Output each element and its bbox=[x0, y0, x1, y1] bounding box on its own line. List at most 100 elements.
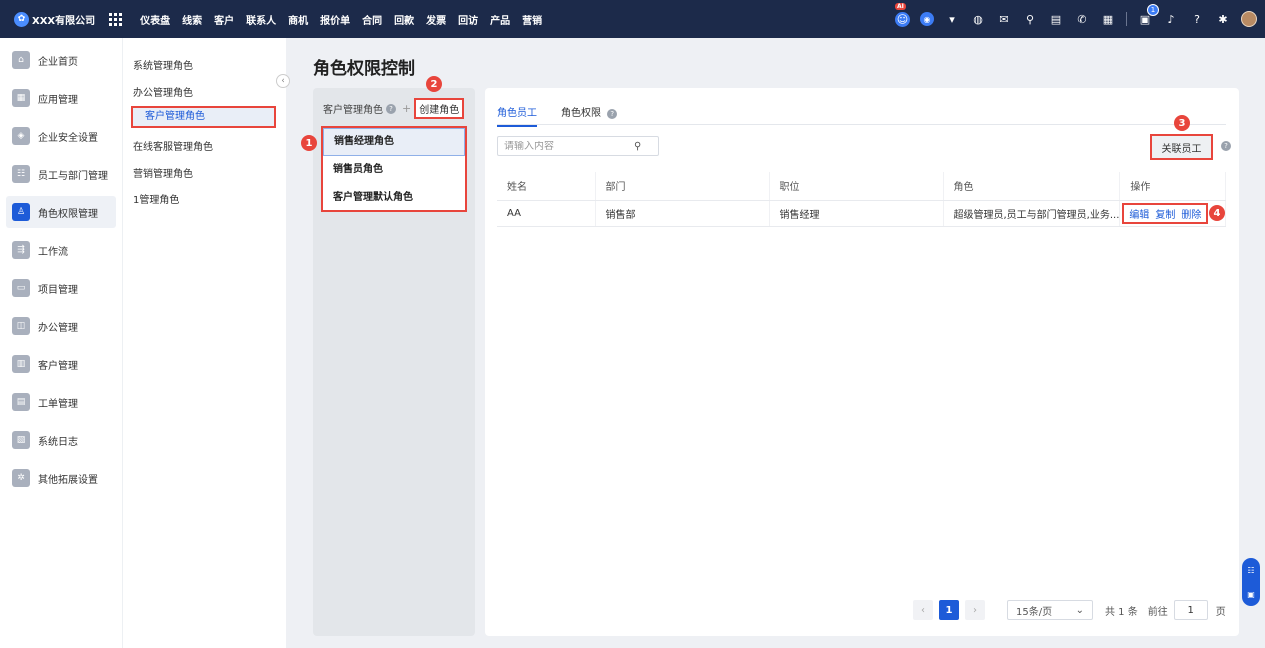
nav-leads[interactable]: 线索 bbox=[182, 12, 202, 27]
sidebar-item-office[interactable]: ◫ 办公管理 bbox=[6, 310, 116, 342]
folder-icon: ▭ bbox=[12, 279, 30, 297]
role-item-default[interactable]: 客户管理默认角色 bbox=[323, 184, 465, 212]
sidebar-item-logs[interactable]: ▧ 系统日志 bbox=[6, 424, 116, 456]
gear-icon[interactable]: ✱ bbox=[1215, 11, 1231, 27]
floating-service-tab[interactable]: ☷ ▣ bbox=[1242, 558, 1260, 606]
sidebar-item-security[interactable]: ◈ 企业安全设置 bbox=[6, 120, 116, 152]
sidebar-item-staff[interactable]: ☷ 员工与部门管理 bbox=[6, 158, 116, 190]
top-icons: ☺ AI ◉ ▾ ◍ ✉ ⚲ ▤ ✆ ▦ ▣ 1 ♪ ? ✱ bbox=[885, 0, 1257, 38]
nav-invoices[interactable]: 发票 bbox=[426, 12, 446, 27]
role-item-sales[interactable]: 销售员角色 bbox=[323, 156, 465, 184]
log-icon: ▧ bbox=[12, 431, 30, 449]
search-input[interactable] bbox=[504, 140, 634, 152]
user-icon[interactable]: ⚲ bbox=[1022, 11, 1038, 27]
gear-icon: ✲ bbox=[12, 469, 30, 487]
ai-robot-icon[interactable]: ☺ AI bbox=[895, 2, 910, 27]
ai-badge: AI bbox=[895, 2, 906, 10]
sidebar-item-tickets[interactable]: ▤ 工单管理 bbox=[6, 386, 116, 418]
nav-marketing[interactable]: 营销 bbox=[522, 12, 542, 27]
chat-icon[interactable]: ◉ bbox=[920, 12, 934, 26]
row-actions: 编辑 复制 删除 bbox=[1122, 202, 1209, 224]
content-panel: 角色员工 角色权限 ? ⚲ 关联员工 ? 姓名 部门 职位 角色 操作 AA 销… bbox=[485, 88, 1239, 636]
subnav-customer-roles[interactable]: 客户管理角色 bbox=[131, 106, 276, 128]
sidebar-item-extensions[interactable]: ✲ 其他拓展设置 bbox=[6, 462, 116, 494]
help-circle-icon[interactable]: ? bbox=[1221, 141, 1231, 151]
col-roles: 角色 bbox=[943, 172, 1121, 201]
table-header: 姓名 部门 职位 角色 操作 bbox=[497, 172, 1226, 201]
comment-icon[interactable]: ▾ bbox=[944, 11, 960, 27]
subnav-marketing-roles[interactable]: 营销管理角色 bbox=[133, 165, 193, 180]
edit-link[interactable]: 编辑 bbox=[1129, 206, 1149, 221]
create-role-button[interactable]: 创建角色 bbox=[414, 98, 465, 119]
bell-icon[interactable]: ♪ bbox=[1163, 11, 1179, 27]
company-name: XXX有限公司 bbox=[32, 15, 96, 27]
sidebar-item-workflow[interactable]: ⇶ 工作流 bbox=[6, 234, 116, 266]
help-icon[interactable]: ? bbox=[1189, 11, 1205, 27]
sub-sidebar: 系统管理角色 办公管理角色 客户管理角色 在线客服管理角色 营销管理角色 1管理… bbox=[122, 38, 286, 648]
role-panel: 客户管理角色 ? + 创建角色 销售经理角色 销售员角色 客户管理默认角色 bbox=[313, 88, 475, 636]
role-list: 销售经理角色 销售员角色 客户管理默认角色 bbox=[321, 126, 467, 212]
nav-products[interactable]: 产品 bbox=[490, 12, 510, 27]
search-icon[interactable]: ⚲ bbox=[634, 141, 641, 152]
task-icon[interactable]: ▣ 1 bbox=[1137, 4, 1159, 27]
subnav-office-roles[interactable]: 办公管理角色 bbox=[133, 84, 193, 99]
sidebar: ⌂ 企业首页 ▦ 应用管理 ◈ 企业安全设置 ☷ 员工与部门管理 ♙ 角色权限管理 ⇶ 工作… bbox=[0, 38, 122, 648]
main-nav: 仪表盘 线索 客户 联系人 商机 报价单 合同 回款 发票 回访 产品 营销 bbox=[134, 12, 548, 27]
people-icon: ☷ bbox=[12, 165, 30, 183]
cell-roles: 超级管理员,员工与部门管理员,业务... bbox=[943, 200, 1121, 227]
page-unit: 页 bbox=[1215, 606, 1226, 618]
prev-page-icon[interactable]: ‹ bbox=[913, 600, 933, 620]
nav-customers[interactable]: 客户 bbox=[214, 12, 234, 27]
copy-link[interactable]: 复制 bbox=[1155, 206, 1175, 221]
app-grid-icon[interactable] bbox=[109, 12, 123, 26]
delete-link[interactable]: 删除 bbox=[1181, 206, 1201, 221]
company-logo-icon: ✿ bbox=[14, 11, 29, 27]
goto-page-input[interactable]: 1 bbox=[1173, 600, 1208, 620]
search-box: ⚲ bbox=[497, 136, 659, 156]
cell-position: 销售经理 bbox=[769, 200, 944, 227]
role-panel-header: 客户管理角色 ? + 创建角色 bbox=[323, 98, 465, 119]
calendar-icon[interactable]: ▦ bbox=[1100, 11, 1116, 27]
nav-quotes[interactable]: 报价单 bbox=[320, 12, 350, 27]
avatar[interactable] bbox=[1241, 11, 1257, 27]
phone-icon[interactable]: ✆ bbox=[1074, 11, 1090, 27]
subnav-system-roles[interactable]: 系统管理角色 bbox=[133, 57, 193, 72]
role-group-title: 客户管理角色 bbox=[323, 105, 383, 116]
contacts-icon: ▥ bbox=[12, 355, 30, 373]
notification-badge: 1 bbox=[1147, 4, 1159, 16]
sidebar-item-projects[interactable]: ▭ 项目管理 bbox=[6, 272, 116, 304]
sidebar-item-customer[interactable]: ▥ 客户管理 bbox=[6, 348, 116, 380]
table-row: AA 销售部 销售经理 超级管理员,员工与部门管理员,业务... 编辑 复制 删… bbox=[497, 200, 1226, 227]
mail-icon[interactable]: ✉ bbox=[996, 11, 1012, 27]
shield-icon: ◈ bbox=[12, 127, 30, 145]
pagination: ‹ 1 › 15条/页 ⌄ 共 1 条 前往 1 页 bbox=[913, 600, 1226, 620]
nav-contacts[interactable]: 联系人 bbox=[246, 12, 276, 27]
nav-visits[interactable]: 回访 bbox=[458, 12, 478, 27]
plus-icon[interactable]: + bbox=[402, 102, 411, 115]
nav-contracts[interactable]: 合同 bbox=[362, 12, 382, 27]
globe-icon[interactable]: ◍ bbox=[970, 11, 986, 27]
nav-dashboard[interactable]: 仪表盘 bbox=[140, 12, 170, 27]
top-bar: ✿ XXX有限公司 仪表盘 线索 客户 联系人 商机 报价单 合同 回款 发票 … bbox=[0, 0, 1265, 38]
sidebar-item-apps[interactable]: ▦ 应用管理 bbox=[6, 82, 116, 114]
subnav-custom-roles[interactable]: 1管理角色 bbox=[133, 191, 179, 206]
cell-name: AA bbox=[497, 200, 596, 227]
sidebar-item-home[interactable]: ⌂ 企业首页 bbox=[6, 44, 116, 76]
staff-table: 姓名 部门 职位 角色 操作 AA 销售部 销售经理 超级管理员,员工与部门管理… bbox=[497, 172, 1226, 227]
document-icon[interactable]: ▤ bbox=[1048, 11, 1064, 27]
nav-opportunities[interactable]: 商机 bbox=[288, 12, 308, 27]
role-item-sales-manager[interactable]: 销售经理角色 bbox=[323, 128, 465, 156]
page-size-select[interactable]: 15条/页 ⌄ bbox=[1007, 600, 1093, 620]
col-actions: 操作 bbox=[1119, 172, 1226, 201]
help-circle-icon[interactable]: ? bbox=[386, 103, 396, 114]
company-brand[interactable]: ✿ XXX有限公司 bbox=[14, 11, 96, 27]
chat-bubble-icon: ▣ bbox=[1247, 589, 1255, 599]
nav-payments[interactable]: 回款 bbox=[394, 12, 414, 27]
next-page-icon[interactable]: › bbox=[965, 600, 985, 620]
home-icon: ⌂ bbox=[12, 51, 30, 69]
link-staff-button[interactable]: 关联员工 bbox=[1150, 134, 1213, 160]
page-number[interactable]: 1 bbox=[939, 600, 959, 620]
collapse-icon[interactable]: ‹ bbox=[276, 74, 290, 88]
subnav-service-roles[interactable]: 在线客服管理角色 bbox=[133, 138, 213, 153]
sidebar-item-roles[interactable]: ♙ 角色权限管理 bbox=[6, 196, 116, 228]
